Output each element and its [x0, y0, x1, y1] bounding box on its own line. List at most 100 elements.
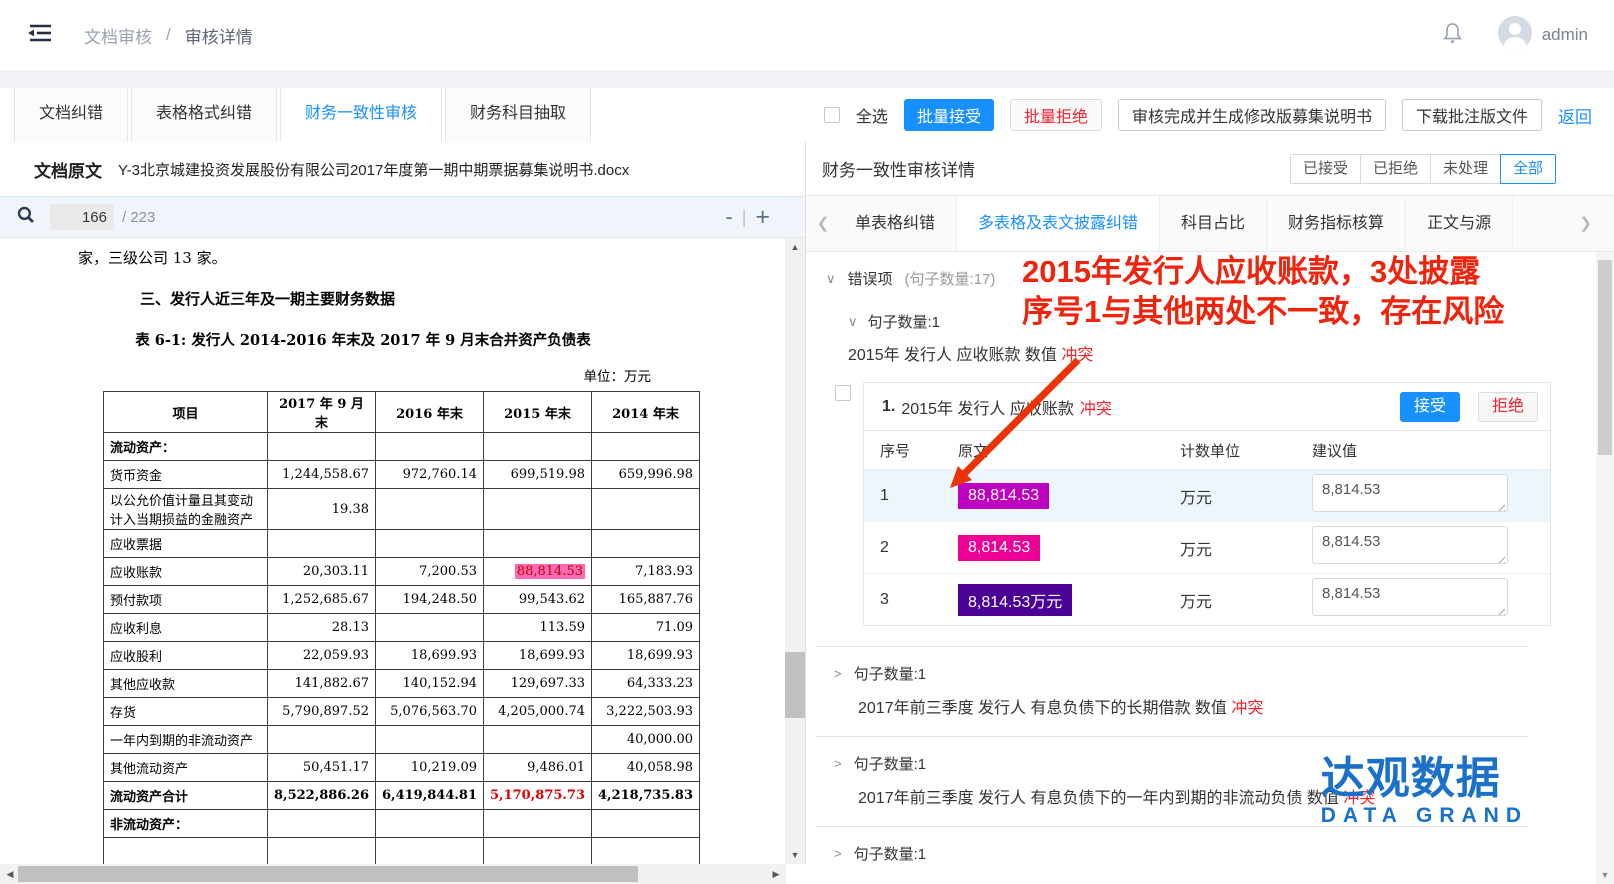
doc-table-row: 其他流动资产50,451.1710,219.099,486.0140,058.9… — [104, 754, 700, 782]
doc-table-row: 流动资产： — [104, 433, 700, 461]
col-2015: 2015 年末 — [484, 392, 592, 433]
scrollbar-thumb[interactable] — [18, 866, 638, 882]
page-number-input[interactable] — [50, 204, 114, 230]
chevron-right-icon[interactable]: > — [834, 756, 842, 771]
zoom-in-button[interactable]: + — [746, 206, 779, 228]
select-all-label[interactable]: 全选 — [856, 103, 888, 127]
review-item[interactable]: > 句子数量:1 2017年前三季度 发行人 有息负债下的长期借款 数值 冲突 — [816, 646, 1528, 736]
breadcrumb-parent[interactable]: 文档审核 — [84, 23, 152, 48]
document-filename: Y-3北京城建投资发展股份有限公司2017年度第一期中期票据募集说明书.docx — [118, 159, 629, 180]
back-link[interactable]: 返回 — [1558, 103, 1592, 128]
page-total-label: / 223 — [122, 209, 155, 226]
review-title: 财务一致性审核详情 — [822, 156, 975, 181]
filter-pending[interactable]: 未处理 — [1430, 154, 1501, 184]
card-row: 28,814.53万元 — [864, 521, 1550, 573]
select-all-checkbox[interactable] — [824, 107, 840, 123]
doc-table-row: 货币资金1,244,558.67972,760.14699,519.98659,… — [104, 461, 700, 489]
scroll-right-arrow[interactable]: ▶ — [768, 864, 784, 884]
original-value-chip[interactable]: 8,814.53万元 — [958, 584, 1072, 616]
document-horizontal-scrollbar[interactable]: ◀ ▶ — [0, 864, 786, 884]
scrollbar-thumb[interactable] — [1598, 260, 1612, 455]
document-table-title: 表 6-1: 发行人 2014-2016 年末及 2017 年 9 月末合并资产… — [103, 329, 623, 350]
doc-table-row: 其他应收款141,882.67140,152.94129,697.3364,33… — [104, 670, 700, 698]
search-icon[interactable] — [16, 205, 36, 230]
logo-english: DATA GRAND — [1321, 804, 1528, 828]
col-2014: 2014 年末 — [592, 392, 700, 433]
document-title-row: 文档原文 Y-3北京城建投资发展股份有限公司2017年度第一期中期票据募集说明书… — [0, 142, 805, 196]
chevron-right-icon[interactable]: > — [834, 666, 842, 681]
col-2016: 2016 年末 — [376, 392, 484, 433]
annotation-line1: 2015年发行人应收账款，3处披露 — [1022, 252, 1504, 292]
tabs-scroll-left-icon[interactable]: ❮ — [812, 196, 834, 251]
download-annotated-button[interactable]: 下载批注版文件 — [1402, 99, 1542, 131]
filter-accepted[interactable]: 已接受 — [1290, 154, 1361, 184]
annotation-line2: 序号1与其他两处不一致，存在风险 — [1022, 292, 1504, 332]
datagrand-logo: 达观数据 DATA GRAND — [1321, 757, 1528, 828]
menu-collapse-icon[interactable] — [26, 21, 54, 50]
scroll-left-arrow[interactable]: ◀ — [2, 864, 18, 884]
header-divider-band — [0, 70, 1614, 88]
filter-all[interactable]: 全部 — [1500, 154, 1556, 184]
reject-button[interactable]: 拒绝 — [1478, 392, 1538, 422]
toolbar-tab-doc-correction[interactable]: 文档纠错 — [14, 88, 128, 142]
zoom-out-button[interactable]: - — [716, 206, 741, 228]
username-label[interactable]: admin — [1542, 25, 1588, 45]
document-zoombar: / 223 - | + — [0, 196, 805, 238]
tab-financial-indicator[interactable]: 财务指标核算 — [1267, 196, 1406, 251]
batch-accept-button[interactable]: 批量接受 — [904, 99, 994, 131]
scrollbar-thumb[interactable] — [785, 652, 805, 718]
original-value-chip[interactable]: 8,814.53 — [958, 535, 1040, 561]
document-source-label: 文档原文 — [34, 157, 102, 182]
main-area: 文档原文 Y-3北京城建投资发展股份有限公司2017年度第一期中期票据募集说明书… — [0, 142, 1614, 864]
user-avatar[interactable] — [1498, 16, 1532, 55]
batch-reject-button[interactable]: 批量拒绝 — [1010, 99, 1102, 131]
card-index: 1. — [882, 398, 895, 416]
suggested-value-input[interactable] — [1312, 474, 1508, 512]
scroll-up-arrow[interactable]: ▲ — [785, 242, 805, 252]
chevron-right-icon[interactable]: > — [834, 846, 842, 861]
doc-table-row: 流动资产合计8,522,886.266,419,844.815,170,875.… — [104, 782, 700, 810]
scroll-down-arrow[interactable]: ▼ — [1596, 870, 1614, 880]
card-checkbox[interactable] — [835, 385, 851, 401]
review-vertical-scrollbar[interactable]: ▼ — [1596, 252, 1614, 884]
sentence-count: 句子数量:1 — [868, 311, 941, 332]
suggested-value-input[interactable] — [1312, 578, 1508, 616]
doc-table-row: 应收账款20,303.117,200.5388,814.537,183.93 — [104, 558, 700, 586]
app-root: 文档审核 / 审核详情 admin 文档纠错 表格格式纠 — [0, 0, 1614, 884]
document-paragraph: 家，三级公司 13 家。 — [78, 247, 805, 268]
tab-multi-table-disclosure[interactable]: 多表格及表文披露纠错 — [957, 196, 1160, 251]
tabs-scroll-right-icon[interactable]: ❯ — [1579, 196, 1592, 252]
doc-table-row: 以公允价值计量且其变动计入当期损益的金融资产19.38 — [104, 489, 700, 530]
error-group-label: 错误项 — [848, 268, 893, 289]
finish-generate-button[interactable]: 审核完成并生成修改版募集说明书 — [1118, 99, 1386, 131]
document-panel: 文档原文 Y-3北京城建投资发展股份有限公司2017年度第一期中期票据募集说明书… — [0, 142, 806, 864]
breadcrumb-separator: / — [166, 25, 171, 45]
doc-table-row: 应收票据 — [104, 530, 700, 558]
sentence-count: 句子数量:1 — [854, 663, 927, 684]
document-vertical-scrollbar[interactable]: ▲ ▼ — [785, 238, 805, 864]
chevron-down-icon[interactable]: ∨ — [848, 314, 858, 330]
tab-subject-ratio[interactable]: 科目占比 — [1160, 196, 1267, 251]
col-unit: 计数单位 — [1180, 440, 1312, 461]
filter-rejected[interactable]: 已拒绝 — [1360, 154, 1431, 184]
toolbar-tab-subject-extraction[interactable]: 财务科目抽取 — [445, 88, 591, 142]
red-annotation-text: 2015年发行人应收账款，3处披露 序号1与其他两处不一致，存在风险 — [1022, 252, 1504, 332]
chevron-down-icon[interactable]: ∨ — [826, 271, 836, 287]
document-section-heading: 三、发行人近三年及一期主要财务数据 — [140, 288, 805, 309]
doc-table-row: 一年内到期的非流动资产40,000.00 — [104, 726, 700, 754]
unit-label: 万元 — [1180, 536, 1312, 560]
tab-text-vs-source[interactable]: 正文与源 — [1406, 196, 1513, 251]
review-item[interactable]: >句子数量:12017年前三季度 发行人 负债合计 数值 冲突 — [816, 826, 1528, 864]
scroll-down-arrow[interactable]: ▼ — [785, 850, 805, 860]
doc-table-row: 应收利息28.13113.5971.09 — [104, 614, 700, 642]
doc-table-row: 非流动资产： — [104, 810, 700, 838]
suggested-value-input[interactable] — [1312, 526, 1508, 564]
tab-single-table[interactable]: 单表格纠错 — [834, 196, 957, 251]
balance-sheet-table: 项目 2017 年 9 月末 2016 年末 2015 年末 2014 年末 流… — [103, 391, 700, 864]
toolbar-tab-financial-consistency[interactable]: 财务一致性审核 — [280, 88, 442, 142]
toolbar-tab-table-format[interactable]: 表格格式纠错 — [131, 88, 277, 142]
accept-button[interactable]: 接受 — [1400, 392, 1460, 422]
sentence-description: 2017年前三季度 发行人 有息负债下的长期借款 数值 冲突 — [858, 694, 1528, 718]
breadcrumb-current: 审核详情 — [185, 23, 253, 48]
notification-bell-icon[interactable] — [1441, 20, 1464, 51]
